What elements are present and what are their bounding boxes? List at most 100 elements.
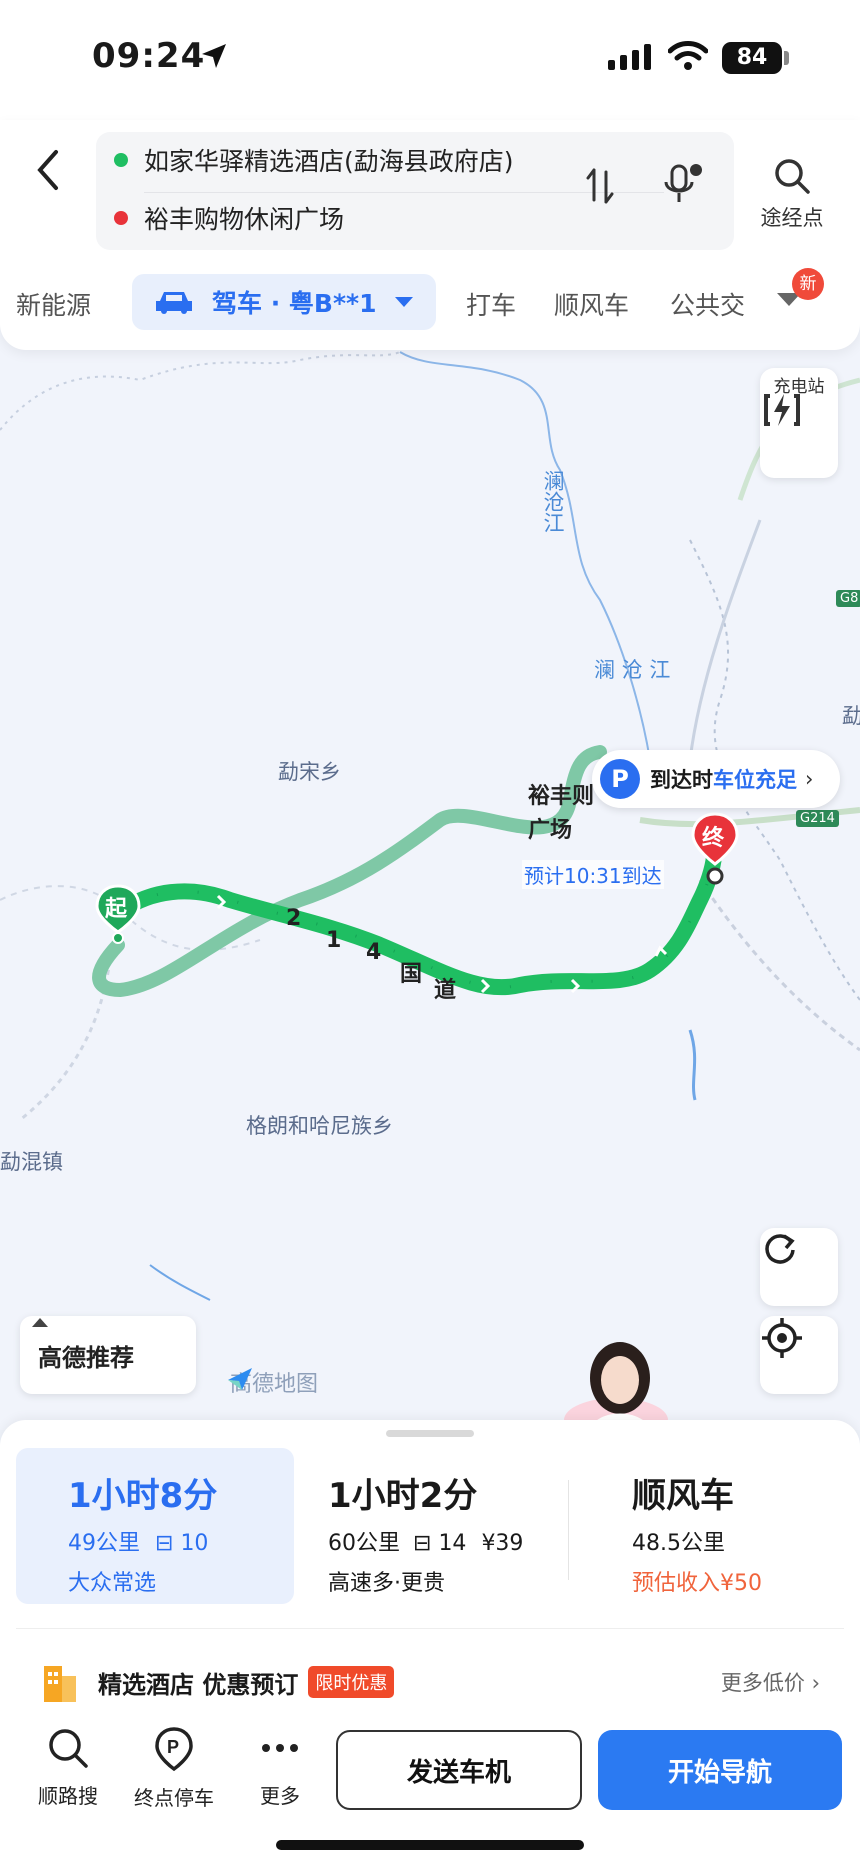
hotel-promo-title: 精选酒店 优惠预订: [98, 1670, 299, 1699]
destination-dot: [114, 211, 128, 225]
origin-text: 如家华驿精选酒店(勐海县政府店): [144, 147, 514, 176]
location-arrow-icon: [202, 44, 226, 68]
route-2-tag: 高速多·更贵: [328, 1571, 445, 1596]
route-2-toll: ¥39: [481, 1531, 524, 1556]
route-preference-button[interactable]: 高德推荐: [20, 1316, 196, 1394]
tab-carpool[interactable]: 顺风车: [554, 286, 629, 322]
chevron-left-icon: [37, 150, 58, 190]
place-label-mengsong: 勐宋乡: [278, 760, 341, 784]
edge-place-label: 勐: [842, 704, 860, 728]
traffic-light-icon: ⊟: [413, 1531, 432, 1556]
charging-station-button[interactable]: 充电站: [760, 368, 838, 478]
origin-dot: [114, 153, 128, 167]
destination-parking-button[interactable]: P 终点停车: [124, 1726, 224, 1811]
refresh-icon: [765, 1234, 795, 1264]
tab-taxi[interactable]: 打车: [466, 286, 516, 322]
carpool-title: 顺风车: [632, 1476, 734, 1516]
status-time: 09:24: [92, 36, 206, 76]
start-marker[interactable]: 起: [94, 884, 142, 944]
route-option-1[interactable]: 1小时8分 49公里 ⊟ 10 大众常选: [16, 1448, 294, 1604]
assistant-avatar[interactable]: [560, 1330, 672, 1430]
search-icon: [49, 1729, 88, 1768]
start-marker-label: 起: [105, 897, 128, 922]
tab-public-transit[interactable]: 公共交: [670, 286, 762, 322]
tab-drive[interactable]: 驾车 · 粤B**1: [132, 274, 436, 330]
origin-field[interactable]: 如家华驿精选酒店(勐海县政府店): [114, 138, 514, 182]
road-label-char-5: 道: [434, 978, 457, 1003]
road-label-char-4: 国: [400, 962, 423, 987]
parking-status: 车位充足: [713, 768, 797, 792]
along-route-search-label: 顺路搜: [38, 1784, 98, 1808]
sheet-divider: [16, 1628, 844, 1629]
route-1-tag: 大众常选: [68, 1571, 157, 1596]
refresh-button[interactable]: [760, 1228, 838, 1306]
hotel-promo-tag: 限时优惠: [308, 1666, 395, 1698]
swap-icon[interactable]: [584, 166, 616, 206]
route-2-time: 1小时2分: [328, 1476, 478, 1516]
river-label-lancang: 澜 沧 江: [594, 658, 671, 682]
route-preference-label: 高德推荐: [38, 1343, 134, 1372]
hotel-more-label: 更多低价: [720, 1671, 805, 1695]
battery-indicator: 84: [722, 42, 782, 74]
route-endpoints-box: 如家华驿精选酒店(勐海县政府店) 裕丰购物休闲广场: [96, 132, 734, 250]
start-navigation-button[interactable]: 开始导航: [598, 1730, 842, 1810]
option-divider: [568, 1480, 569, 1580]
tab-new-energy[interactable]: 新能源: [16, 286, 91, 322]
road-label-char-3: 4: [366, 940, 382, 965]
chevron-right-icon: ›: [811, 1671, 820, 1695]
crosshair-icon: [762, 1318, 802, 1358]
route-option-2[interactable]: 1小时2分 60公里 ⊟ 14 ¥39 高速多·更贵: [328, 1448, 568, 1604]
hotel-promo-row[interactable]: 精选酒店 优惠预订 限时优惠 更多低价 ›: [40, 1660, 830, 1704]
river-label-lancang-vertical: 澜沧江: [541, 470, 565, 533]
road-label-char-1: 2: [286, 906, 302, 931]
parking-pin-icon: P: [155, 1727, 193, 1772]
route-1-distance: 49公里: [68, 1531, 140, 1556]
route-2-meta: 60公里 ⊟ 14 ¥39: [328, 1525, 568, 1557]
send-to-car-button[interactable]: 发送车机: [336, 1730, 582, 1810]
route-1-lights: 10: [180, 1531, 209, 1556]
route-2-distance: 60公里: [328, 1531, 400, 1556]
locate-me-button[interactable]: [760, 1316, 838, 1394]
map-brand: 高德地图: [226, 1366, 318, 1398]
road-label-char-2: 1: [326, 928, 342, 953]
microphone-icon[interactable]: [660, 162, 704, 210]
chevron-right-icon: ›: [805, 767, 814, 791]
battery-tip: [784, 51, 789, 65]
destination-name-line1: 裕丰则: [528, 784, 595, 809]
destination-field[interactable]: 裕丰购物休闲广场: [114, 196, 344, 240]
cellular-signal-icon: [608, 44, 651, 70]
waypoint-label: 途经点: [760, 206, 824, 230]
destination-text: 裕丰购物休闲广场: [144, 205, 345, 234]
more-dots-icon: [262, 1744, 298, 1752]
highway-badge-g214: G214: [796, 810, 839, 827]
car-icon: [156, 292, 192, 314]
traffic-light-icon: ⊟: [155, 1531, 174, 1556]
eta-label: 预计10:31到达: [522, 860, 664, 889]
end-marker-label: 终: [702, 826, 725, 851]
parking-prefix: 到达时: [650, 768, 713, 792]
route-1-meta: 49公里 ⊟ 10: [68, 1525, 294, 1557]
route-option-carpool[interactable]: 顺风车 48.5公里 预估收入¥50: [632, 1448, 852, 1604]
more-button[interactable]: 更多: [230, 1726, 330, 1809]
highway-badge-g8: G8: [836, 590, 860, 607]
destination-parking-label: 终点停车: [134, 1786, 214, 1810]
destination-name-label: 裕丰则 广场: [528, 780, 594, 848]
sheet-grabber[interactable]: [386, 1430, 474, 1437]
status-bar: 09:24 84: [0, 0, 860, 120]
home-indicator: [276, 1840, 584, 1850]
back-button[interactable]: [28, 140, 76, 200]
carpool-income: 预估收入¥50: [632, 1571, 762, 1596]
parking-availability-bubble[interactable]: P 到达时 车位充足 ›: [592, 750, 840, 808]
end-marker[interactable]: 终: [690, 812, 740, 886]
hotel-more-link[interactable]: 更多低价 ›: [721, 1667, 820, 1697]
along-route-search-button[interactable]: 顺路搜: [18, 1726, 118, 1809]
tab-drive-label: 驾车 · 粤B**1: [212, 289, 377, 318]
route-1-time: 1小时8分: [68, 1476, 218, 1516]
destination-name-line2: 广场: [528, 818, 573, 843]
carpool-distance: 48.5公里: [632, 1531, 725, 1556]
new-badge: 新: [792, 268, 824, 300]
add-waypoint-button[interactable]: 途经点: [752, 156, 832, 232]
parking-icon: P: [600, 759, 640, 799]
brand-logo-icon: [228, 1368, 252, 1390]
transport-mode-tabs: 新能源 驾车 · 粤B**1 打车 顺风车 公共交: [0, 274, 860, 334]
